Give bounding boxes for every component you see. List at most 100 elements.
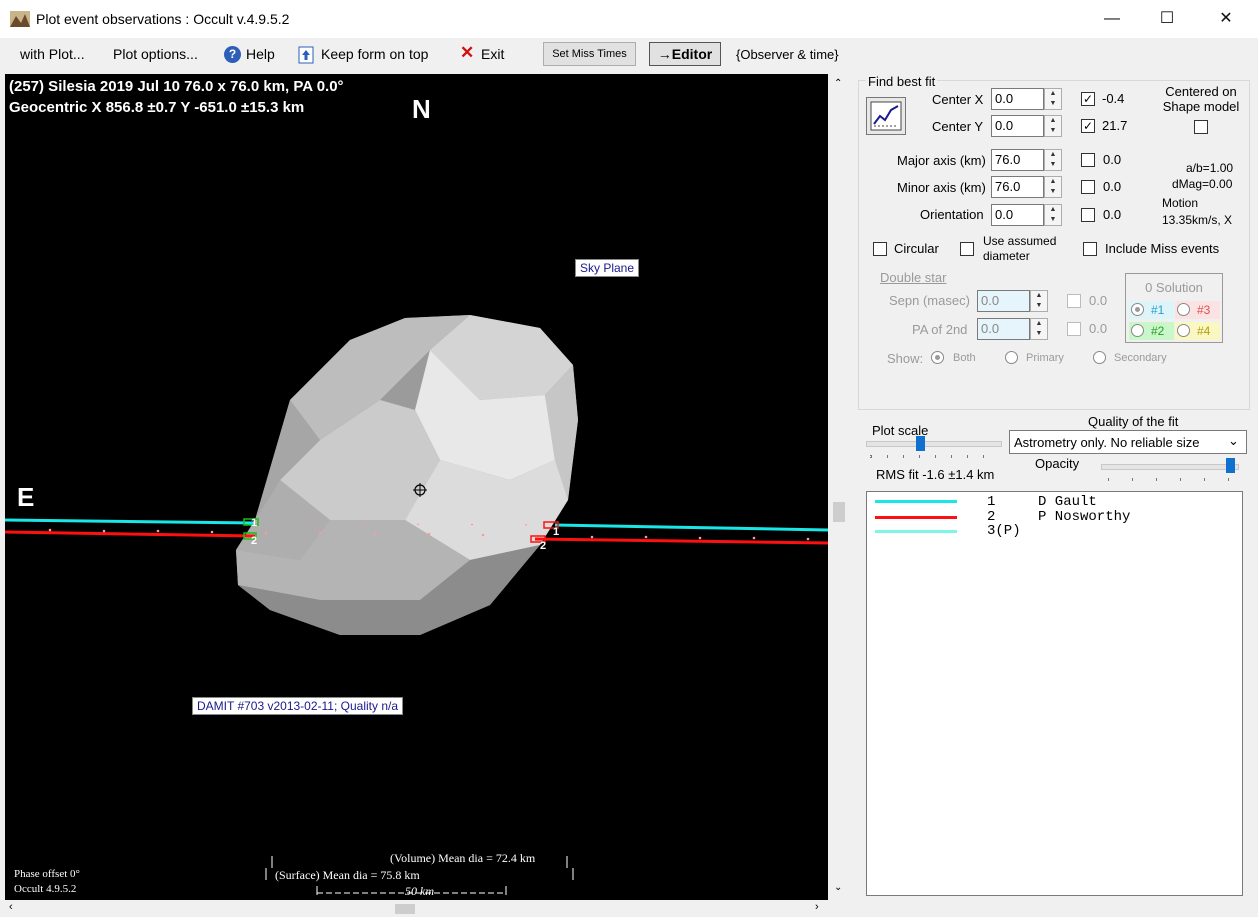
observer-time-menu[interactable]: {Observer & time} (736, 47, 839, 62)
solution-2-radio[interactable] (1131, 324, 1144, 337)
rms-fit-label: RMS fit -1.6 ±1.4 km (876, 467, 995, 482)
major-axis-label: Major axis (km) (897, 153, 986, 168)
pa-second-input[interactable]: 0.0 (977, 318, 1030, 340)
opacity-slider-thumb[interactable] (1226, 458, 1235, 473)
solution-1-option[interactable]: #1 (1129, 301, 1174, 319)
scroll-down-icon[interactable]: ⌄ (834, 882, 842, 893)
orientation-checkbox[interactable] (1081, 208, 1095, 222)
motion-value: 13.35km/s, X (1162, 213, 1233, 227)
show-both-radio[interactable] (931, 351, 944, 364)
plot-area[interactable]: (257) Silesia 2019 Jul 10 76.0 x 76.0 km… (5, 74, 828, 900)
solution-2-option[interactable]: #2 (1129, 322, 1174, 340)
minor-axis-check-value: 0.0 (1103, 179, 1122, 194)
set-miss-times-button[interactable]: Set Miss Times (543, 42, 636, 66)
minimize-button[interactable]: — (1089, 0, 1135, 38)
legend-num-1: 1 (987, 494, 996, 510)
minor-axis-label: Minor axis (km) (897, 180, 986, 195)
center-y-check-value: 21.7 (1102, 118, 1128, 133)
scroll-left-icon[interactable]: ‹ (9, 901, 13, 913)
find-best-fit-button[interactable] (866, 97, 906, 135)
opacity-slider-track[interactable] (1101, 464, 1239, 470)
close-button[interactable]: ✕ (1203, 0, 1249, 38)
major-axis-spinner[interactable]: ▲ ▼ (1044, 149, 1062, 171)
vertical-scroll-thumb[interactable] (833, 502, 845, 522)
plot-horizontal-scrollbar[interactable]: ‹ › (5, 900, 828, 917)
maximize-button[interactable]: ☐ (1144, 0, 1190, 38)
sepn-checkbox[interactable] (1067, 294, 1081, 308)
surface-dia-label: (Surface) Mean dia = 75.8 km (275, 868, 420, 882)
orientation-check-value: 0.0 (1103, 207, 1122, 222)
minor-axis-checkbox[interactable] (1081, 180, 1095, 194)
plot-vertical-scrollbar[interactable]: ⌃ ⌄ (829, 74, 849, 900)
plot-scale-slider-thumb[interactable] (916, 436, 925, 451)
solution-3-option[interactable]: #3 (1175, 301, 1220, 319)
menu-with-plot[interactable]: with Plot... (20, 46, 85, 62)
chord-label-2-left: 2 (251, 535, 258, 547)
title-bar: Plot event observations : Occult v.4.9.5… (0, 0, 1258, 38)
solution-4-label: #4 (1197, 324, 1211, 338)
legend-name-1: D Gault (1038, 494, 1097, 510)
phase-offset-label: Phase offset 0° (14, 868, 80, 880)
pa-second-label: PA of 2nd (912, 322, 968, 337)
exit-icon[interactable]: ✕ (460, 43, 474, 63)
observer-legend[interactable]: 1 D Gault 2 P Nosworthy 3(P) (866, 491, 1243, 896)
pa-second-check-value: 0.0 (1089, 321, 1108, 336)
include-miss-label: Include Miss events (1105, 241, 1220, 256)
chord-label-1-right: 1 (553, 526, 560, 538)
show-secondary-radio[interactable] (1093, 351, 1106, 364)
opacity-label: Opacity (1035, 456, 1080, 471)
minor-axis-spinner[interactable]: ▲ ▼ (1044, 176, 1062, 198)
solution-3-radio[interactable] (1177, 303, 1190, 316)
center-y-checkbox[interactable]: ✓ (1081, 119, 1095, 133)
circular-checkbox[interactable] (873, 242, 887, 256)
scale-bar-label: 50 km (405, 884, 434, 898)
major-axis-input[interactable]: 76.0 (991, 149, 1044, 171)
major-axis-check-value: 0.0 (1103, 152, 1122, 167)
motion-label: Motion (1162, 196, 1199, 210)
center-x-spinner[interactable]: ▲ ▼ (1044, 88, 1062, 110)
show-primary-label: Primary (1026, 352, 1064, 364)
editor-button[interactable]: →Editor (649, 42, 721, 66)
chevron-down-icon[interactable]: ⌄ (1228, 433, 1239, 449)
asteroid-shape (236, 315, 578, 635)
solution-4-option[interactable]: #4 (1175, 322, 1220, 340)
menu-bar: with Plot... Plot options... ? Help Keep… (0, 38, 1258, 72)
pa-second-checkbox[interactable] (1067, 322, 1081, 336)
menu-keep-on-top[interactable]: Keep form on top (321, 46, 428, 62)
chord-label-2-right: 2 (540, 540, 547, 552)
pa-second-spinner[interactable]: ▲ ▼ (1030, 318, 1048, 340)
center-x-input[interactable]: 0.0 (991, 88, 1044, 110)
menu-help[interactable]: Help (246, 46, 275, 62)
help-icon[interactable]: ? (224, 46, 241, 63)
double-star-title: Double star (880, 270, 947, 285)
solution-box: 0 Solution #1 #3 #2 #4 (1125, 273, 1223, 343)
solution-1-radio[interactable] (1131, 303, 1144, 316)
menu-exit[interactable]: Exit (481, 46, 504, 62)
major-axis-checkbox[interactable] (1081, 153, 1095, 167)
plot-header-title: (257) Silesia 2019 Jul 10 76.0 x 76.0 km… (9, 78, 344, 95)
chord-label-1-left: 1 (251, 517, 258, 529)
show-primary-radio[interactable] (1005, 351, 1018, 364)
center-y-input[interactable]: 0.0 (991, 115, 1044, 137)
opacity-ticks (1108, 478, 1234, 481)
sepn-input[interactable]: 0.0 (977, 290, 1030, 312)
menu-plot-options[interactable]: Plot options... (113, 46, 198, 62)
plot-scale-slider-track[interactable] (866, 441, 1002, 447)
keep-on-top-icon[interactable] (298, 46, 314, 64)
centered-shape-checkbox[interactable] (1194, 120, 1208, 134)
horizontal-scroll-thumb[interactable] (395, 904, 415, 914)
use-assumed-checkbox[interactable] (960, 242, 974, 256)
include-miss-checkbox[interactable] (1083, 242, 1097, 256)
center-y-spinner[interactable]: ▲ ▼ (1044, 115, 1062, 137)
minor-axis-input[interactable]: 76.0 (991, 176, 1044, 198)
center-x-checkbox[interactable]: ✓ (1081, 92, 1095, 106)
solution-4-radio[interactable] (1177, 324, 1190, 337)
solution-3-label: #3 (1197, 303, 1211, 317)
plot-canvas (5, 315, 828, 895)
orientation-input[interactable]: 0.0 (991, 204, 1044, 226)
scroll-up-icon[interactable]: ⌃ (834, 78, 842, 89)
sepn-spinner[interactable]: ▲ ▼ (1030, 290, 1048, 312)
orientation-spinner[interactable]: ▲ ▼ (1044, 204, 1062, 226)
scroll-right-icon[interactable]: › (815, 901, 819, 913)
quality-select[interactable]: Astrometry only. No reliable size ⌄ (1009, 430, 1247, 454)
